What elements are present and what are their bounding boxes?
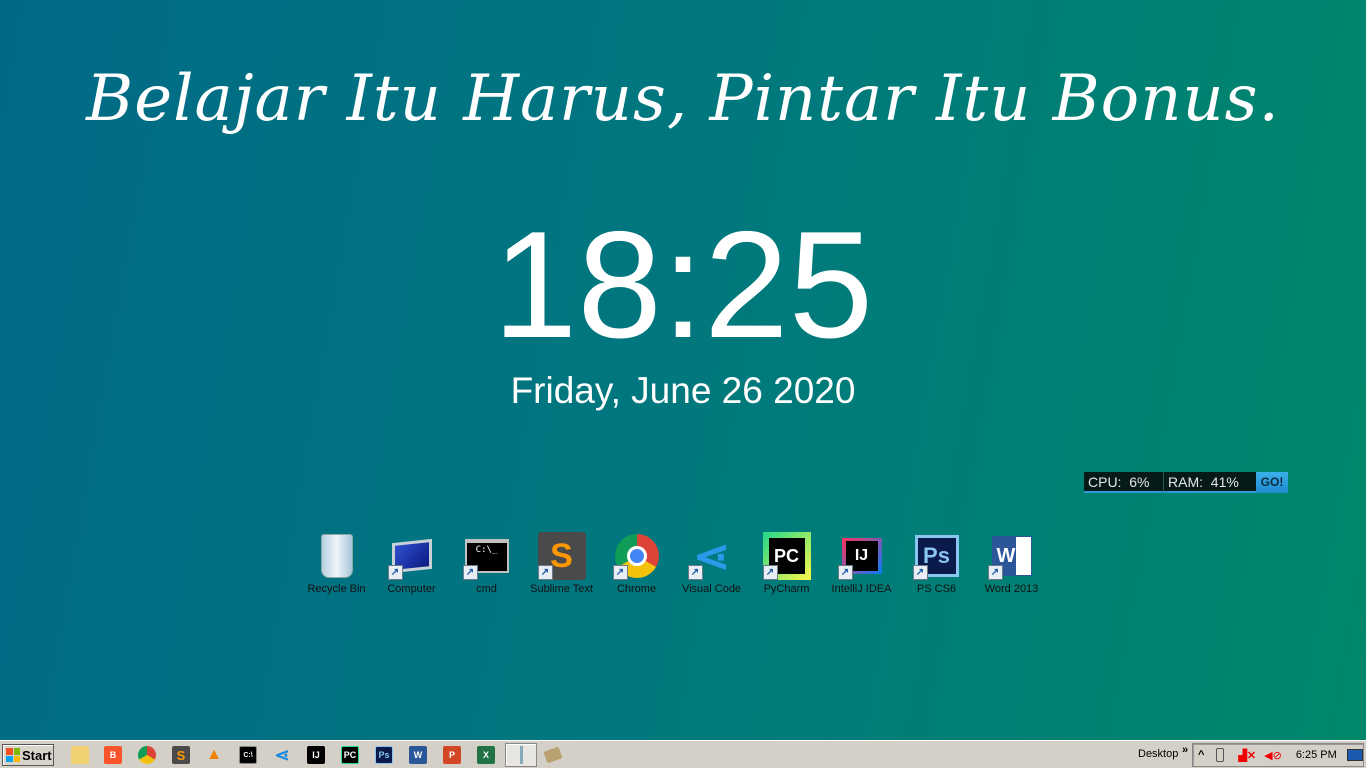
word-icon[interactable]: W <box>409 746 427 764</box>
date-widget: Friday, June 26 2020 <box>510 370 856 411</box>
brave-icon[interactable]: B <box>104 746 122 764</box>
battery-icon[interactable] <box>1216 748 1225 762</box>
icon-label: Visual Code <box>681 583 742 595</box>
cmd-icon: C:\_ ↗ <box>462 532 511 580</box>
sublime-text-icon: S ↗ <box>537 532 586 580</box>
book-icon[interactable] <box>543 746 563 764</box>
photoshop-icon: Ps ↗ <box>912 532 961 580</box>
network-disconnected-icon[interactable]: ▟✕ <box>1238 749 1256 762</box>
desktop-icon-cmd[interactable]: C:\_ ↗cmd <box>449 532 524 595</box>
icon-label: IntelliJ IDEA <box>831 583 892 595</box>
taskbar: Start B S ▲ C:\ ⋖ IJ PC Ps W P X Desktop… <box>0 740 1366 768</box>
cpu-usage: CPU: 6% <box>1084 472 1164 493</box>
start-button[interactable]: Start <box>2 744 54 766</box>
icon-label: Sublime Text <box>530 583 593 595</box>
powerpoint-icon[interactable]: P <box>443 746 461 764</box>
word-icon: W ↗ <box>987 532 1036 580</box>
clock-widget: 18:25 <box>492 200 874 370</box>
desktop-icon-visual-code[interactable]: ⋖ ↗ Visual Code <box>674 532 749 596</box>
recycle-bin-icon <box>313 532 361 580</box>
ram-usage: RAM: 41% <box>1164 472 1256 493</box>
chrome-icon[interactable] <box>138 746 156 764</box>
volume-muted-icon[interactable]: ◀⊘ <box>1264 749 1282 762</box>
active-window-button[interactable] <box>505 743 537 767</box>
excel-icon[interactable]: X <box>477 746 495 764</box>
pycharm-icon: PC ↗ <box>762 532 811 580</box>
sublime-text-icon[interactable]: S <box>172 746 190 764</box>
icon-label: Word 2013 <box>984 583 1039 595</box>
icon-label: Chrome <box>616 583 657 595</box>
desktop-quote: Belajar Itu Harus, Pintar Itu Bonus. <box>86 62 1280 136</box>
system-tray: ^ ▟✕ ◀⊘ 6:25 PM <box>1192 743 1364 767</box>
go-button[interactable]: GO! <box>1256 472 1288 493</box>
desktop-toolbar[interactable]: Desktop <box>1138 748 1178 760</box>
desktop-icon-word[interactable]: W ↗ Word 2013 <box>974 532 1049 595</box>
start-label: Start <box>22 747 52 763</box>
icon-label: Recycle Bin <box>307 583 366 595</box>
computer-icon: ↗ <box>387 532 436 580</box>
photoshop-icon[interactable]: Ps <box>375 746 393 764</box>
desktop-icon-chrome[interactable]: ↗ Chrome <box>599 532 674 595</box>
desktop-icon-sublime-text[interactable]: S ↗ Sublime Text <box>524 532 599 595</box>
tray-expand-button[interactable]: ^ <box>1198 749 1204 761</box>
icon-label: PyCharm <box>763 583 810 595</box>
vlc-icon[interactable]: ▲ <box>205 746 223 764</box>
chrome-icon: ↗ <box>612 532 661 580</box>
desktop-icon-computer[interactable]: ↗ Computer <box>374 532 449 595</box>
toolbar-chevron[interactable]: » <box>1182 744 1188 756</box>
intellij-icon: IJ ↗ <box>837 532 886 580</box>
desktop-icon-intellij[interactable]: IJ ↗ IntelliJ IDEA <box>824 532 899 595</box>
desktop-icon-recycle-bin[interactable]: Recycle Bin <box>299 532 374 595</box>
icon-label: cmd <box>476 583 497 595</box>
tray-clock[interactable]: 6:25 PM <box>1296 749 1337 761</box>
desktop-icon-photoshop[interactable]: Ps ↗ PS CS6 <box>899 532 974 595</box>
explorer-icon[interactable] <box>71 746 89 764</box>
windows-logo-icon <box>6 748 20 762</box>
system-meter: CPU: 6% RAM: 41% GO! <box>1084 472 1288 493</box>
vscode-icon[interactable]: ⋖ <box>273 745 291 765</box>
cmd-icon[interactable]: C:\ <box>239 746 257 764</box>
desktop-icon-pycharm[interactable]: PC ↗ PyCharm <box>749 532 824 595</box>
vscode-icon: ⋖ ↗ <box>687 532 736 581</box>
icon-label: PS CS6 <box>916 583 957 595</box>
pycharm-icon[interactable]: PC <box>341 746 359 764</box>
intellij-icon[interactable]: IJ <box>307 746 325 764</box>
show-desktop-icon[interactable] <box>1346 749 1363 761</box>
icon-label: Computer <box>387 583 436 595</box>
